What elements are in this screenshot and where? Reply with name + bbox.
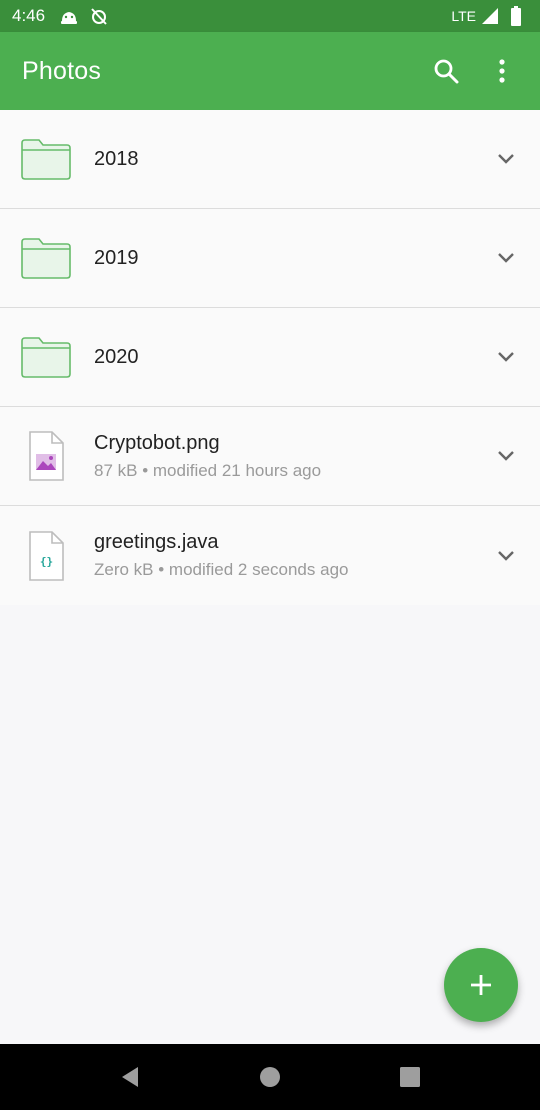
list-item-folder-2018[interactable]: 2018 [0,110,540,209]
list-item-file-cryptobot[interactable]: Cryptobot.png 87 kB • modified 21 hours … [0,407,540,506]
signal-icon [480,6,500,26]
item-meta: 87 kB • modified 21 hours ago [94,460,322,480]
app-bar: Photos [0,32,540,110]
page-title: Photos [22,56,102,85]
expand-button[interactable] [482,532,530,580]
expand-button[interactable] [482,135,530,183]
status-bar: 4:46 LTE [0,0,540,32]
list-item-folder-2020[interactable]: 2020 [0,308,540,407]
chevron-down-icon [498,550,514,561]
list-item-folder-2019[interactable]: 2019 [0,209,540,308]
item-name: 2018 [94,147,139,170]
chevron-down-icon [498,253,514,263]
folder-icon [0,236,94,280]
add-button[interactable] [444,948,518,1022]
recents-icon [400,1067,420,1087]
chevron-down-icon [498,352,514,362]
search-icon [434,59,459,84]
back-icon [122,1067,138,1087]
system-nav-bar [0,1044,540,1110]
alarm-off-icon [89,6,109,26]
file-list: 2018 2019 2020 Cryptobot.png 87 kB • mod… [0,110,540,605]
android-debug-icon [59,6,79,26]
item-meta: Zero kB • modified 2 seconds ago [94,560,349,579]
chevron-down-icon [498,154,514,164]
item-name: Cryptobot.png [94,431,220,454]
folder-icon [0,335,94,379]
battery-icon [506,6,526,26]
item-name: greetings.java [94,531,219,553]
add-icon [471,975,491,995]
status-time: 4:46 [12,6,46,25]
expand-button[interactable] [482,432,530,480]
home-icon [260,1067,280,1087]
expand-button[interactable] [482,333,530,381]
back-button[interactable] [110,1057,150,1097]
search-button[interactable] [424,49,468,93]
overflow-menu-button[interactable] [480,49,524,93]
overflow-menu-icon [499,59,505,83]
expand-button[interactable] [482,234,530,282]
home-button[interactable] [250,1057,290,1097]
folder-icon [0,137,94,181]
item-name: 2019 [94,246,139,269]
item-name: 2020 [94,345,139,368]
chevron-down-icon [498,451,514,461]
recents-button[interactable] [390,1057,430,1097]
svg-text:{}: {} [40,555,53,568]
list-item-file-greetings[interactable]: {} greetings.java Zero kB • modified 2 s… [0,506,540,605]
code-file-icon: {} [0,530,94,582]
image-file-icon [0,430,94,482]
network-type: LTE [451,8,476,24]
